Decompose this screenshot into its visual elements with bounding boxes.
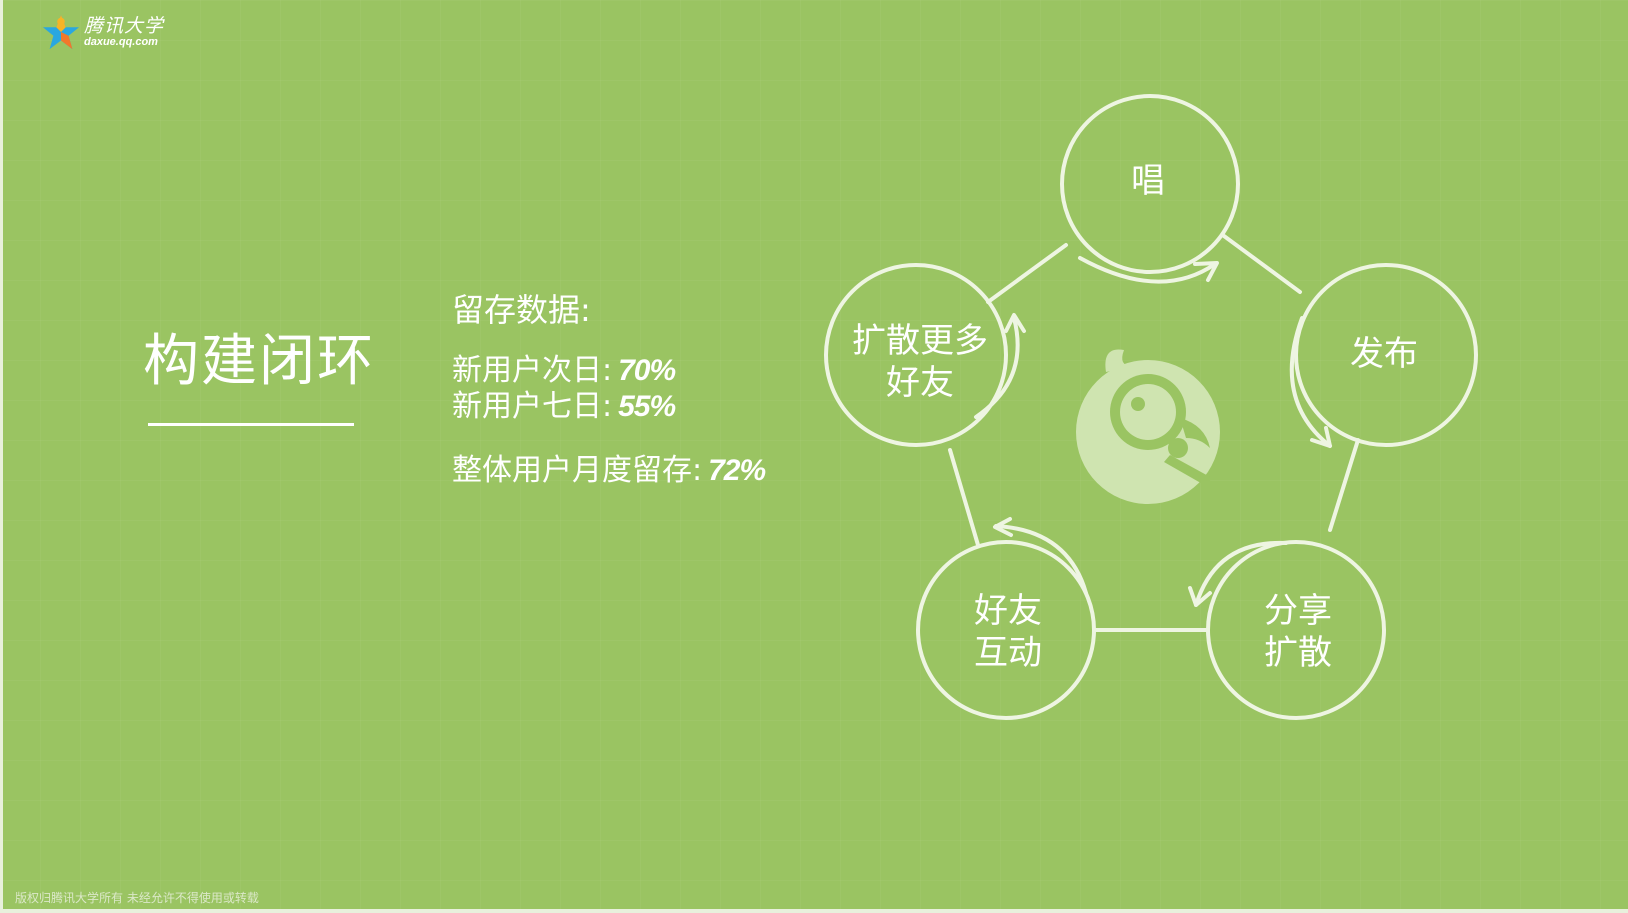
connector-left-top xyxy=(986,243,1068,304)
bird-logo-icon xyxy=(1076,349,1220,504)
slide: 腾讯大学 daxue.qq.com 构建闭环 留存数据: 新用户次日: 70% 新… xyxy=(0,0,1628,913)
node-label-share-spread: 分享 扩散 xyxy=(1264,591,1332,673)
copyright-notice: 版权归腾讯大学所有 未经允许不得使用或转载 xyxy=(15,891,259,905)
connector-top-right xyxy=(1222,234,1302,294)
node-label-sing: 唱 xyxy=(1131,161,1165,201)
node-label-publish: 发布 xyxy=(1350,334,1418,374)
node-label-friends-interact: 好友 互动 xyxy=(974,591,1042,673)
node-label-spread-more-friends: 扩散更多 好友 xyxy=(852,321,988,403)
arc-arrow-publish xyxy=(1289,316,1332,448)
loop-diagram xyxy=(824,94,1478,720)
connector-right-bottom xyxy=(1328,438,1360,532)
connector-left-bottom xyxy=(948,448,980,547)
